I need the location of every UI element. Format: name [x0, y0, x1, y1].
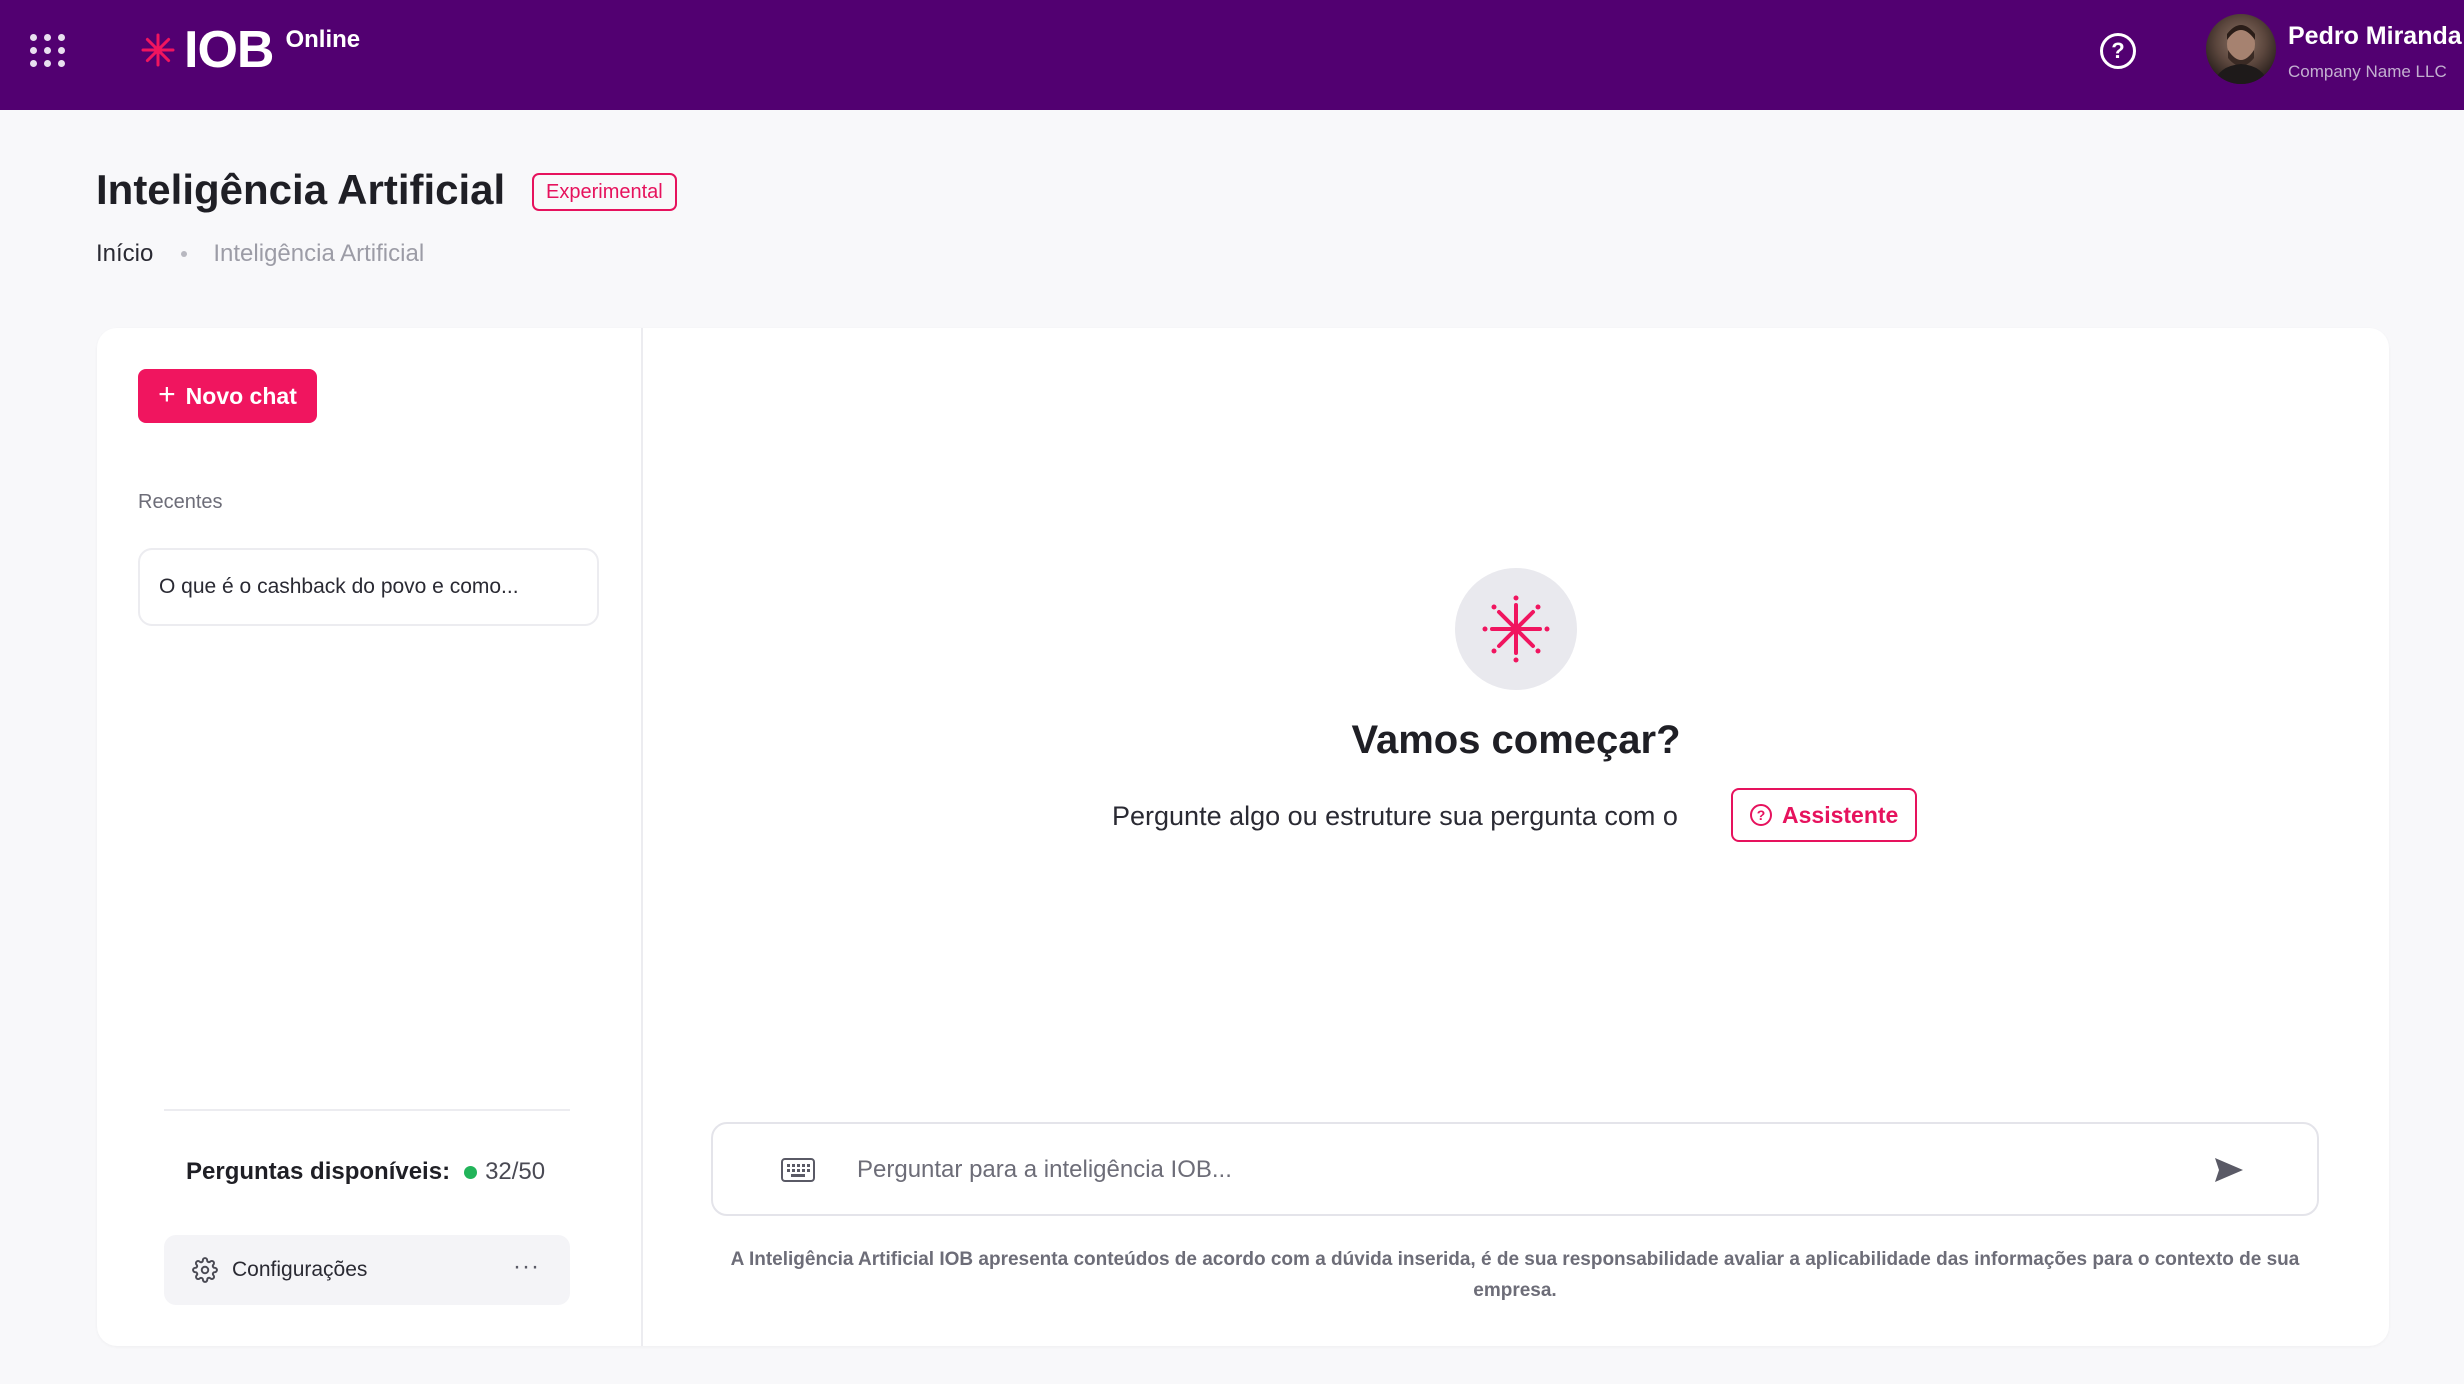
user-name[interactable]: Pedro Miranda: [2288, 22, 2462, 51]
chat-input[interactable]: [857, 1144, 2157, 1196]
avatar[interactable]: [2206, 14, 2276, 84]
logo-subtext: Online: [285, 26, 361, 53]
keyboard-icon[interactable]: [781, 1158, 815, 1182]
apps-grid-icon[interactable]: [30, 32, 66, 68]
new-chat-label: Novo chat: [185, 382, 297, 409]
questions-quota: Perguntas disponíveis: 32/50: [186, 1158, 545, 1186]
send-icon[interactable]: [2213, 1156, 2245, 1184]
breadcrumb: Início Inteligência Artificial: [96, 240, 424, 268]
settings-label: Configurações: [232, 1258, 368, 1281]
more-options-icon[interactable]: ···: [513, 1255, 540, 1279]
hero-title: Vamos começar?: [1351, 718, 1681, 762]
recents-heading: Recentes: [138, 491, 223, 513]
breadcrumb-home-link[interactable]: Início: [96, 240, 153, 268]
chat-card: + Novo chat Recentes O que é o cashback …: [97, 328, 2389, 1346]
assistant-label: Assistente: [1782, 801, 1899, 828]
iob-logo[interactable]: IOB Online: [138, 22, 360, 82]
plus-icon: +: [158, 377, 176, 411]
experimental-badge: Experimental: [532, 173, 677, 211]
help-icon[interactable]: ?: [2100, 33, 2136, 69]
breadcrumb-separator: [181, 251, 188, 257]
quota-status-dot: [464, 1165, 478, 1179]
breadcrumb-current: Inteligência Artificial: [213, 240, 425, 267]
gear-icon: [192, 1257, 218, 1283]
disclaimer-text: A Inteligência Artificial IOB apresenta …: [730, 1249, 2300, 1301]
chat-input-box: [711, 1122, 2319, 1216]
recent-chat-item[interactable]: O que é o cashback do povo e como...: [138, 548, 599, 626]
user-company: Company Name LLC: [2288, 62, 2447, 81]
logo-text: IOB: [184, 21, 274, 79]
chat-sidebar: + Novo chat Recentes O que é o cashback …: [97, 328, 643, 1346]
top-bar: IOB Online ? Pedro Miranda Company Name …: [0, 0, 2464, 110]
assistant-button[interactable]: ? Assistente: [1731, 788, 1918, 842]
sidebar-divider: [164, 1109, 570, 1111]
hero-subtitle: Pergunte algo ou estruture sua pergunta …: [1112, 801, 1678, 831]
quota-value: 32/50: [485, 1158, 546, 1185]
new-chat-button[interactable]: + Novo chat: [138, 369, 317, 423]
sparkle-icon: [141, 33, 175, 67]
avatar-photo: [2214, 25, 2268, 84]
help-icon: ?: [1750, 804, 1772, 826]
page-title: Inteligência Artificial: [96, 166, 506, 213]
sparkle-icon: [1482, 595, 1550, 663]
settings-button[interactable]: Configurações ···: [164, 1235, 570, 1305]
quota-label: Perguntas disponíveis:: [186, 1158, 451, 1185]
hero-illustration: [1455, 568, 1577, 690]
